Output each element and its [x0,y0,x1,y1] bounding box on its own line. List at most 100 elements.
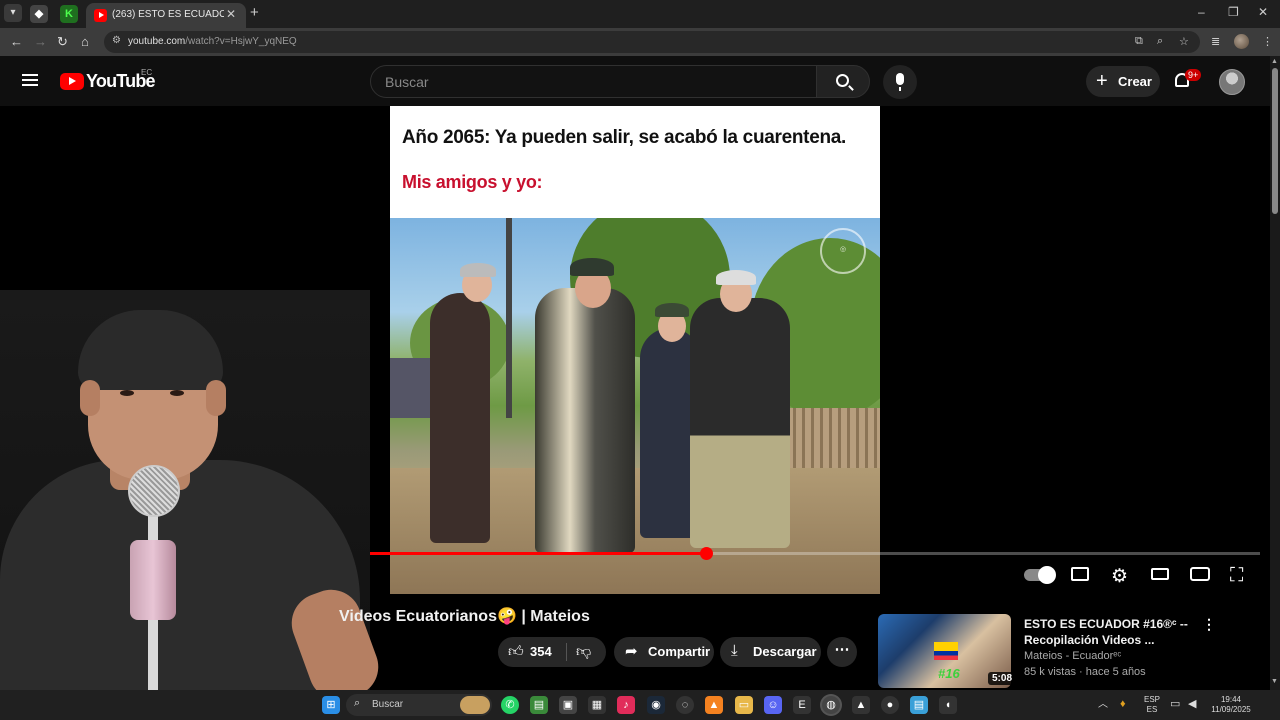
page-scrollbar[interactable]: ▲ ▼ [1270,56,1280,690]
recommended-video[interactable]: #16 5:08 ESTO ES ECUADOR #16®ᶜ -- Recopi… [878,614,1268,690]
share-label: Compartir [648,644,711,659]
whatsapp-icon[interactable]: ✆ [501,696,519,714]
address-bar-row: ← → ↻ ⌂ ⚙ youtube.com/watch?v=HsjwY_yqNE… [0,28,1280,56]
omnibox[interactable]: ⚙ youtube.com/watch?v=HsjwY_yqNEQ ⧉ ⌕ ☆ [104,31,1200,53]
steam-icon[interactable]: ◉ [647,696,665,714]
bookmark-star-icon[interactable]: ☆ [1179,35,1189,48]
taskbar-search-label: Buscar [372,699,404,710]
fullscreen-icon[interactable]: ⛶ [1230,565,1243,587]
like-dislike-group: 👍︎ 354 👎︎ [498,637,606,667]
like-count[interactable]: 354 [530,644,552,659]
theater-mode-icon[interactable] [1151,568,1169,580]
volume-icon[interactable]: ◀ [1188,699,1196,710]
windows-taskbar: ⊞ ⌕ Buscar ✆ ▤ ▣ ▦ ♪ ◉ ◌ ▲ ▭ ☺ E ◍ ▲ ● ▤… [0,690,1280,720]
tray-mic-icon[interactable]: ♦ [1120,699,1126,710]
chrome-icon[interactable]: ◍ [822,696,840,714]
search-button[interactable] [816,65,870,98]
recommended-title[interactable]: ESTO ES ECUADOR #16®ᶜ -- Recopilación Vi… [1024,616,1194,648]
subtitles-icon[interactable] [1071,567,1089,581]
notifications-badge: 9+ [1185,69,1202,81]
discord-icon[interactable]: ☺ [764,696,782,714]
share-button[interactable]: ➦ Compartir [614,637,714,667]
meme-caption-line2: Mis amigos y yo: [402,172,543,192]
ecuador-flag-icon [934,642,958,660]
epic-games-icon[interactable]: E [793,696,811,714]
tab-title: (263) ESTO ES ECUADOR® -- R [112,9,224,20]
menu-icon[interactable] [22,74,38,86]
clock[interactable]: 19:44 11/09/2025 [1206,695,1256,715]
webcam-overlay [0,290,387,720]
search-input[interactable]: Buscar [370,65,817,98]
site-info-icon[interactable]: ⚙ [112,35,121,46]
download-button[interactable]: ⤓ Descargar [720,637,821,667]
media-control-icon[interactable]: ≣ [1211,35,1220,48]
app-icon-green[interactable]: ▤ [530,696,548,714]
zoom-icon[interactable]: ⌕ [1157,35,1163,48]
tiktok-icon[interactable]: ♪ [617,696,635,714]
youtube-logo-icon[interactable] [60,73,84,90]
video-frame-image: ◎ [390,218,880,594]
youtube-favicon-icon [94,9,107,22]
restore-icon[interactable]: ❐ [1228,5,1239,19]
voice-search-button[interactable] [883,65,917,99]
pinned-tab-k-icon[interactable]: K [60,5,78,23]
country-code: EC [141,68,153,77]
app-icon-terminal[interactable]: ▣ [559,696,577,714]
account-avatar[interactable] [1219,69,1245,95]
search-highlight-image [460,696,490,714]
scroll-down-icon[interactable]: ▼ [1271,678,1278,685]
forward-icon[interactable]: → [34,34,47,49]
app-icon-mouse[interactable]: ◖ [939,696,957,714]
search-placeholder: Buscar [385,74,429,90]
reload-icon[interactable]: ↻ [57,34,68,50]
recommended-channel[interactable]: Mateios - Ecuadorᵉᶜ [1024,650,1121,662]
download-label: Descargar [753,644,817,659]
pinned-tab-shield-icon[interactable]: ◆ [30,5,48,23]
search-icon [836,74,849,87]
close-window-icon[interactable]: ✕ [1258,5,1268,19]
app-icon-circle[interactable]: ◌ [676,696,694,714]
cast-icon[interactable] [1190,567,1210,581]
scrollbar-thumb[interactable] [1272,68,1278,214]
settings-gear-icon[interactable]: ⚙ [1111,565,1128,588]
scroll-up-icon[interactable]: ▲ [1271,58,1278,65]
create-button[interactable]: + Crear [1086,66,1160,97]
browser-profile-avatar[interactable] [1234,34,1249,49]
app-icon-blue[interactable]: ▤ [910,696,928,714]
start-windows-icon[interactable]: ⊞ [322,696,340,714]
back-icon[interactable]: ← [10,34,23,49]
like-icon[interactable]: 👍︎ [508,643,524,661]
browser-tab-bar: ▾ ◆ K (263) ESTO ES ECUADOR® -- R ✕ + – … [0,0,1280,28]
meme-caption-panel: Año 2065: Ya pueden salir, se acabó la c… [390,106,880,218]
dislike-icon[interactable]: 👎︎ [576,643,591,661]
tab-close-icon[interactable]: ✕ [226,7,236,21]
home-icon[interactable]: ⌂ [81,34,89,49]
install-app-icon[interactable]: ⧉ [1135,35,1143,48]
app-icon-red[interactable]: ▲ [852,696,870,714]
vlc-icon[interactable]: ▲ [705,696,723,714]
autoplay-toggle[interactable] [1024,566,1056,584]
tab-search-dropdown-icon[interactable]: ▾ [4,4,22,22]
progress-scrubber[interactable] [699,547,713,560]
meme-caption-line1: Año 2065: Ya pueden salir, se acabó la c… [402,127,847,148]
file-explorer-icon[interactable]: ▭ [735,696,753,714]
taskbar-search-icon: ⌕ [354,697,361,709]
plus-icon: + [1096,70,1108,92]
recommended-options-icon[interactable]: ⋮ [1202,616,1216,633]
active-tab[interactable]: (263) ESTO ES ECUADOR® -- R ✕ [86,3,246,28]
store-icon[interactable]: ▦ [588,696,606,714]
language-indicator[interactable]: ESP ES [1143,695,1161,715]
browser-menu-icon[interactable]: ⋮ [1262,35,1273,48]
taskbar-search[interactable]: ⌕ Buscar [346,694,492,716]
obs-icon[interactable]: ● [881,696,899,714]
youtube-header: YouTube EC Buscar + Crear 9+ [0,56,1270,106]
minimize-icon[interactable]: – [1198,5,1205,19]
new-tab-icon[interactable]: + [250,4,259,21]
network-icon[interactable]: ▭ [1170,699,1180,710]
more-actions-icon[interactable]: ⋯ [827,637,857,667]
watermark-logo: ◎ [820,228,866,274]
share-icon: ➦ [625,643,638,660]
url-text[interactable]: youtube.com/watch?v=HsjwY_yqNEQ [128,36,297,47]
tray-overflow-icon[interactable]: ︿ [1098,700,1108,710]
download-icon: ⤓ [731,642,738,659]
